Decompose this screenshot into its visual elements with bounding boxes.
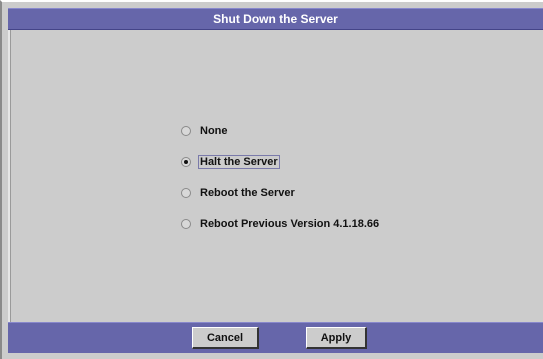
option-halt-server[interactable]: Halt the Server xyxy=(181,153,381,171)
radio-reboot-previous-version-icon[interactable] xyxy=(181,219,191,229)
option-reboot-previous-version-label: Reboot Previous Version 4.1.18.66 xyxy=(200,218,380,230)
button-bar: Cancel Apply xyxy=(8,322,543,353)
content-panel: None Halt the Server Reboot the Server R… xyxy=(11,30,543,322)
shutdown-options-group: None Halt the Server Reboot the Server R… xyxy=(181,122,381,246)
window-footer xyxy=(8,353,543,359)
option-reboot-server[interactable]: Reboot the Server xyxy=(181,184,381,202)
radio-reboot-server-icon[interactable] xyxy=(181,188,191,198)
cancel-button[interactable]: Cancel xyxy=(192,327,259,349)
option-halt-server-label: Halt the Server xyxy=(198,155,280,169)
option-reboot-server-label: Reboot the Server xyxy=(200,187,295,199)
dialog-title-bar: Shut Down the Server xyxy=(8,8,543,30)
option-none[interactable]: None xyxy=(181,122,381,140)
dialog-title: Shut Down the Server xyxy=(213,12,338,26)
radio-halt-server-icon[interactable] xyxy=(181,157,191,167)
radio-none-icon[interactable] xyxy=(181,126,191,136)
option-reboot-previous-version[interactable]: Reboot Previous Version 4.1.18.66 xyxy=(181,215,381,233)
option-none-label: None xyxy=(200,125,228,137)
apply-button[interactable]: Apply xyxy=(306,327,367,349)
